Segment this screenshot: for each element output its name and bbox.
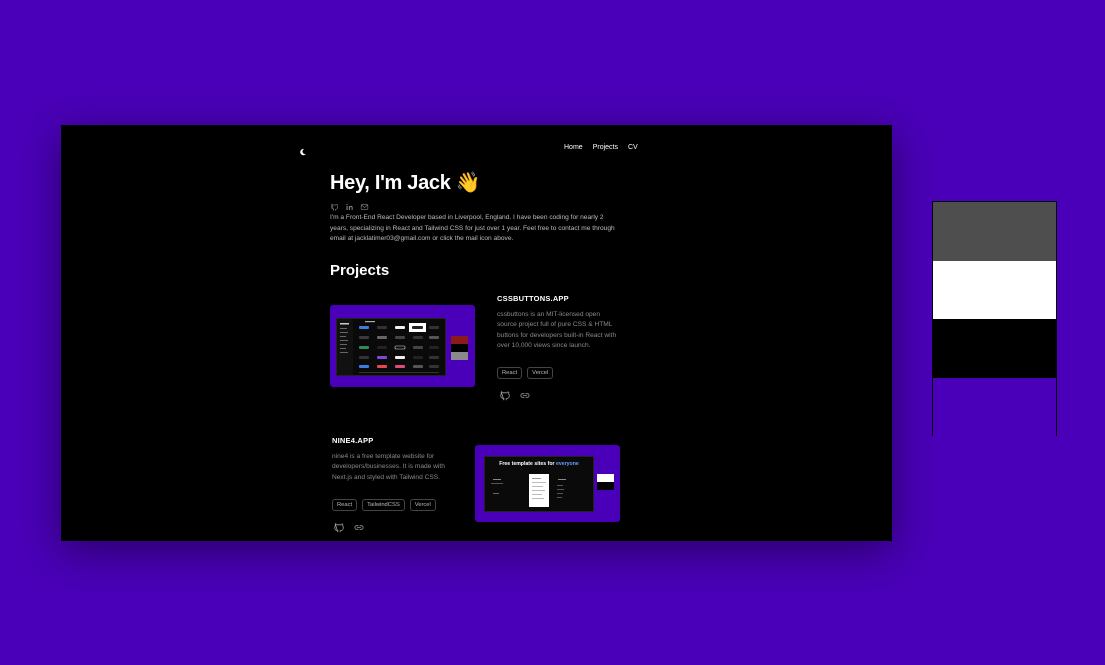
nine4-screenshot: Free template sites for everyone <box>484 456 594 512</box>
project-description-nine4: nine4 is a free template website for dev… <box>332 453 445 481</box>
cssbuttons-preview-image[interactable] <box>330 305 475 387</box>
tag-react[interactable]: React <box>497 367 523 379</box>
nav-home[interactable]: Home <box>564 144 583 151</box>
color-swatch <box>451 336 468 344</box>
nav-projects[interactable]: Projects <box>593 144 618 151</box>
bio-text: I'm a Front-End React Developer based in… <box>330 214 615 243</box>
cssbuttons-screenshot <box>336 318 446 376</box>
tag-tailwindcss[interactable]: TailwindCSS <box>362 499 405 511</box>
mail-icon[interactable] <box>360 198 369 210</box>
social-links <box>330 198 369 211</box>
nine4-preview-image[interactable]: Free template sites for everyone <box>475 445 620 522</box>
project-description-cssbuttons: cssbuttons is an MIT-licensed open sourc… <box>497 311 617 349</box>
project-title-cssbuttons: CSSBUTTONS.APP <box>497 294 569 303</box>
hero-title: Hey, I'm Jack 👋 <box>330 172 481 194</box>
color-swatch <box>451 344 468 352</box>
link-icon[interactable] <box>353 520 365 531</box>
top-navigation: Home Projects CV <box>61 125 892 165</box>
color-swatch <box>933 260 1056 319</box>
tag-react[interactable]: React <box>332 499 358 511</box>
project-links-cssbuttons <box>499 388 531 401</box>
project-links-nine4 <box>333 520 365 533</box>
project-title-nine4: NINE4.APP <box>332 436 374 445</box>
color-swatch <box>933 377 1056 436</box>
github-icon[interactable] <box>330 198 339 211</box>
projects-heading: Projects <box>330 262 390 279</box>
nav-cv[interactable]: CV <box>628 144 638 151</box>
main-nav: Home Projects CV <box>564 144 638 151</box>
project-tags-cssbuttons: React Vercel <box>497 367 554 379</box>
link-icon[interactable] <box>519 388 531 399</box>
color-swatch <box>933 202 1056 261</box>
tag-vercel[interactable]: Vercel <box>409 499 436 511</box>
moon-icon[interactable] <box>299 143 307 156</box>
tag-vercel[interactable]: Vercel <box>527 367 554 379</box>
color-swatch <box>597 482 614 490</box>
color-palette <box>932 201 1057 436</box>
linkedin-icon[interactable] <box>345 198 354 210</box>
github-icon[interactable] <box>333 520 345 533</box>
color-swatch <box>933 319 1056 378</box>
browser-window: Home Projects CV Hey, I'm Jack 👋 I'm a F… <box>61 125 892 541</box>
color-swatch <box>597 474 614 482</box>
github-icon[interactable] <box>499 388 511 401</box>
color-swatch <box>451 352 468 360</box>
project-tags-nine4: React TailwindCSS Vercel <box>332 499 436 511</box>
